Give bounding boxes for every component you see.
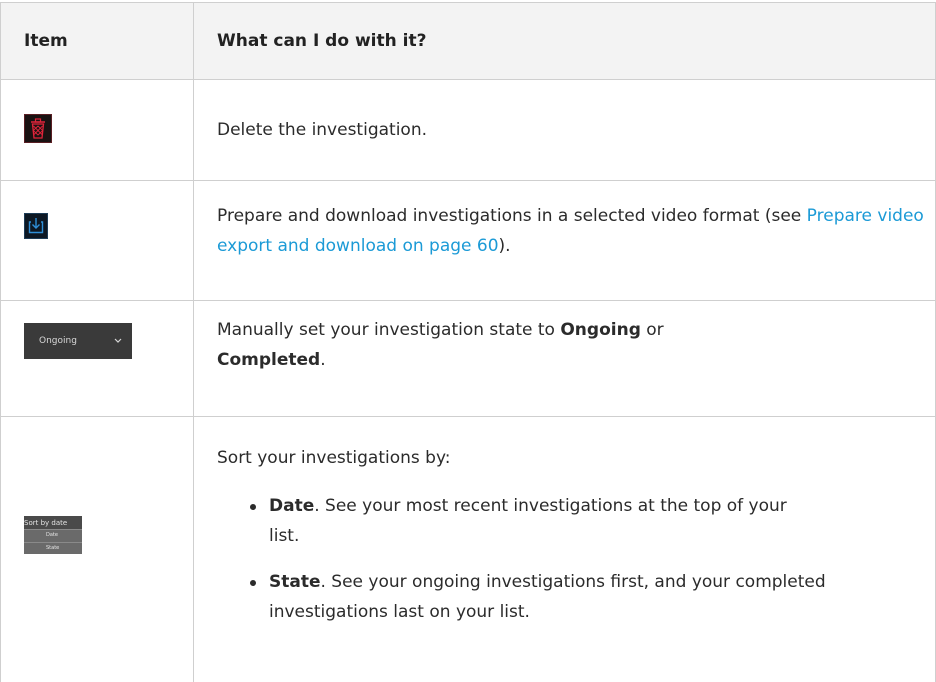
bullet-bold: Date: [269, 496, 315, 516]
bullet-text: . See your most recent investigations at…: [269, 496, 787, 546]
state-dropdown: Ongoing: [24, 323, 132, 359]
state-text-before: Manually set your investigation state to: [217, 320, 561, 340]
sort-bullet-list: Date. See your most recent investigation…: [217, 491, 917, 627]
state-text-mid: or: [640, 320, 664, 340]
sort-option-row: Date: [24, 529, 82, 542]
row-sort-text: Sort your investigations by: Date. See y…: [217, 443, 917, 643]
list-item: Date. See your most recent investigation…: [217, 491, 817, 551]
state-dropdown-label: Ongoing: [39, 336, 77, 346]
chevron-down-icon: [114, 338, 122, 343]
download-icon: [24, 213, 48, 239]
state-ongoing-bold: Ongoing: [560, 320, 641, 340]
row-divider: [0, 79, 936, 80]
list-item: State. See your ongoing investigations f…: [217, 567, 829, 627]
row-download-text: Prepare and download investigations in a…: [217, 201, 929, 261]
sort-option-label: Date: [46, 532, 58, 538]
header-description: What can I do with it?: [217, 31, 427, 51]
state-completed-bold: Completed: [217, 350, 321, 370]
features-table: Item What can I do with it? Delete the i…: [0, 2, 936, 682]
sort-dropdown: Sort by date Date State: [24, 516, 82, 554]
sort-option-row: State: [24, 542, 82, 554]
state-text-after: .: [320, 350, 326, 370]
sort-intro: Sort your investigations by:: [217, 448, 451, 468]
table-border-left: [0, 3, 1, 682]
row-divider: [0, 416, 936, 417]
download-text-before: Prepare and download investigations in a…: [217, 206, 807, 226]
column-divider: [193, 3, 194, 682]
row-divider: [0, 180, 936, 181]
download-text-after: ).: [498, 236, 511, 256]
sort-dropdown-label: Sort by date: [24, 519, 68, 527]
row-divider: [0, 300, 936, 301]
row-delete-text: Delete the investigation.: [217, 120, 428, 140]
bullet-bold: State: [269, 572, 321, 592]
trash-icon: [24, 114, 52, 143]
header-item: Item: [24, 31, 68, 51]
row-state-text: Manually set your investigation state to…: [217, 315, 687, 375]
sort-option-label: State: [46, 545, 60, 551]
bullet-text: . See your ongoing investigations first,…: [269, 572, 826, 622]
table-header: [0, 3, 936, 79]
